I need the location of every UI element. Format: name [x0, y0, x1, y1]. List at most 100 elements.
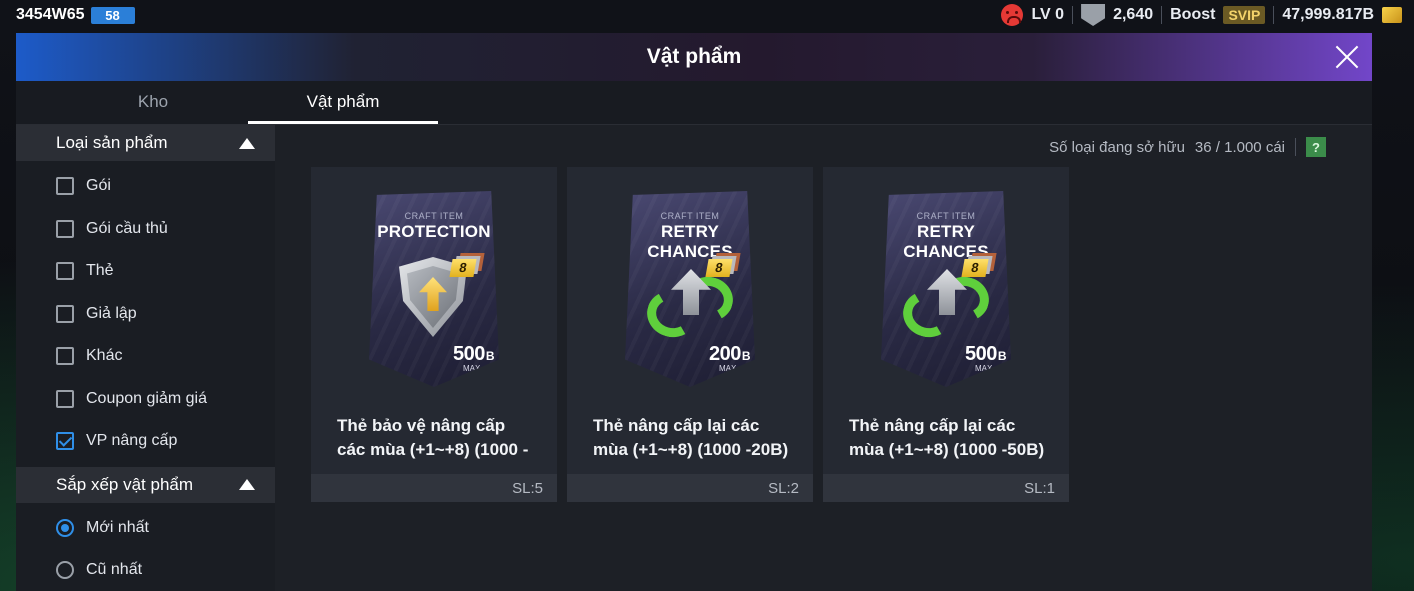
level-value: 8	[449, 259, 477, 277]
item-card-art: CRAFT ITEM PROTECTION 8 500B MAX	[369, 191, 499, 387]
tab-bar: Kho Vật phẩm	[16, 81, 1372, 125]
radio-selected[interactable]	[56, 518, 74, 537]
lv-label: LV 0	[1031, 6, 1065, 23]
price-value: 500	[453, 343, 485, 365]
level-value: 8	[961, 259, 989, 277]
item-quantity: SL:2	[567, 474, 813, 502]
filter-option-gia-lap[interactable]: Giả lập	[16, 293, 275, 336]
owned-label: Số loại đang sở hữu	[1049, 138, 1185, 156]
sort-options: Mới nhất Cũ nhất	[16, 503, 275, 591]
item-card[interactable]: CRAFT ITEM PROTECTION 8 500B MAX Thẻ bảo…	[311, 167, 557, 502]
filter-option-label: Giả lập	[86, 304, 137, 322]
divider	[1072, 6, 1074, 24]
filter-option-label: VP nâng cấp	[86, 432, 178, 450]
sort-option-label: Mới nhất	[86, 518, 149, 536]
coin-ticket-icon[interactable]	[1382, 7, 1402, 23]
price-value: 200	[709, 343, 741, 365]
close-icon[interactable]	[1328, 39, 1364, 75]
svip-badge[interactable]: SVIP	[1223, 6, 1266, 24]
sad-face-icon	[1001, 4, 1024, 26]
craft-item-label: CRAFT ITEM	[916, 211, 976, 221]
filter-option-label: Khác	[86, 347, 123, 365]
filter-option-the[interactable]: Thẻ	[16, 250, 275, 293]
owned-count: Số loại đang sở hữu 36 / 1.000 cái ?	[1049, 137, 1326, 157]
item-name: Thẻ nâng cấp lại các mùa (+1~+8) (1000 -…	[849, 416, 1045, 459]
quantity-label: SL:5	[512, 479, 543, 497]
checkbox[interactable]	[56, 347, 74, 366]
boost-label: Boost	[1170, 6, 1216, 23]
item-card[interactable]: CRAFT ITEM RETRY CHANCES 8 500B MAX Thẻ …	[823, 167, 1069, 502]
items-modal: Vật phẩm Kho Vật phẩm Loại sản phẩm Gói …	[16, 33, 1372, 591]
checkbox[interactable]	[56, 304, 74, 323]
items-panel: Số loại đang sở hữu 36 / 1.000 cái ? CRA…	[275, 125, 1372, 591]
balance-value: 47,999.817B	[1282, 6, 1374, 23]
divider	[1295, 138, 1296, 156]
sort-option-oldest[interactable]: Cũ nhất	[16, 549, 275, 591]
max-label: MAX	[719, 364, 737, 373]
currency-info: LV 0 2,640 Boost SVIP 47,999.817B	[1001, 4, 1402, 26]
filter-option-label: Gói cầu thủ	[86, 219, 168, 237]
product-type-options: Gói Gói cầu thủ Thẻ Giả lập Khác Coupon …	[16, 161, 275, 467]
item-quantity: SL:5	[311, 474, 557, 502]
filter-option-goi[interactable]: Gói	[16, 165, 275, 208]
retry-arrows-icon	[641, 269, 738, 343]
craft-item-name: PROTECTION	[377, 222, 491, 241]
tab-vat-pham[interactable]: Vật phẩm	[248, 81, 438, 124]
item-price: 200B	[709, 343, 751, 366]
item-price: 500B	[453, 343, 495, 366]
max-label: MAX	[975, 364, 993, 373]
checkbox[interactable]	[56, 177, 74, 196]
product-type-title: Loại sản phẩm	[56, 133, 168, 152]
price-unit: B	[741, 349, 751, 363]
item-card[interactable]: CRAFT ITEM RETRY CHANCES 8 200B MAX Thẻ …	[567, 167, 813, 502]
checkbox[interactable]	[56, 219, 74, 238]
filter-option-label: Coupon giảm giá	[86, 389, 207, 407]
user-info: 3454W65 58	[16, 6, 135, 24]
item-price: 500B	[965, 343, 1007, 366]
item-card-art: CRAFT ITEM RETRY CHANCES 8 200B MAX	[625, 191, 755, 387]
item-name: Thẻ bảo vệ nâng cấp các mùa (+1~+8) (100…	[337, 416, 529, 459]
tab-kho[interactable]: Kho	[58, 81, 248, 124]
level-badge: 8	[449, 253, 485, 277]
filter-option-label: Gói	[86, 177, 111, 195]
level-value: 8	[705, 259, 733, 277]
quantity-label: SL:1	[1024, 479, 1055, 497]
radio[interactable]	[56, 561, 74, 580]
product-type-header[interactable]: Loại sản phẩm	[16, 125, 275, 161]
user-level-badge: 58	[90, 6, 135, 24]
help-icon[interactable]: ?	[1306, 137, 1326, 157]
sort-option-label: Cũ nhất	[86, 561, 143, 579]
collapse-triangle-icon	[239, 479, 255, 490]
craft-item-label: CRAFT ITEM	[404, 211, 464, 221]
sort-option-newest[interactable]: Mới nhất	[16, 507, 275, 550]
retry-arrows-icon	[897, 269, 994, 343]
points-value: 2,640	[1113, 6, 1154, 23]
filter-option-goi-cau-thu[interactable]: Gói cầu thủ	[16, 208, 275, 251]
item-quantity: SL:1	[823, 474, 1069, 502]
item-grid: CRAFT ITEM PROTECTION 8 500B MAX Thẻ bảo…	[311, 167, 1069, 502]
filter-sidebar: Loại sản phẩm Gói Gói cầu thủ Thẻ Giả lậ…	[16, 125, 275, 591]
badge-icon	[1081, 4, 1106, 26]
modal-title: Vật phẩm	[646, 45, 742, 68]
checkbox[interactable]	[56, 389, 74, 408]
checkbox-checked[interactable]	[56, 432, 74, 451]
item-card-art: CRAFT ITEM RETRY CHANCES 8 500B MAX	[881, 191, 1011, 387]
quantity-label: SL:2	[768, 479, 799, 497]
sort-header[interactable]: Sắp xếp vật phẩm	[16, 466, 275, 503]
filter-option-coupon[interactable]: Coupon giảm giá	[16, 378, 275, 421]
filter-option-vp-nang-cap[interactable]: VP nâng cấp	[16, 420, 275, 463]
craft-item-label: CRAFT ITEM	[660, 211, 720, 221]
item-name: Thẻ nâng cấp lại các mùa (+1~+8) (1000 -…	[593, 416, 789, 459]
divider	[1273, 6, 1275, 24]
filter-option-label: Thẻ	[86, 262, 114, 280]
owned-value: 36 / 1.000 cái	[1194, 138, 1285, 156]
top-status-bar: 3454W65 58 LV 0 2,640 Boost SVIP 47,999.…	[0, 0, 1414, 30]
price-unit: B	[485, 349, 495, 363]
user-id: 3454W65	[16, 6, 85, 23]
checkbox[interactable]	[56, 262, 74, 281]
filter-option-khac[interactable]: Khác	[16, 335, 275, 378]
price-unit: B	[997, 349, 1007, 363]
level-badge: 8	[705, 253, 741, 277]
sort-title: Sắp xếp vật phẩm	[56, 474, 194, 494]
modal-header: Vật phẩm	[16, 33, 1372, 81]
